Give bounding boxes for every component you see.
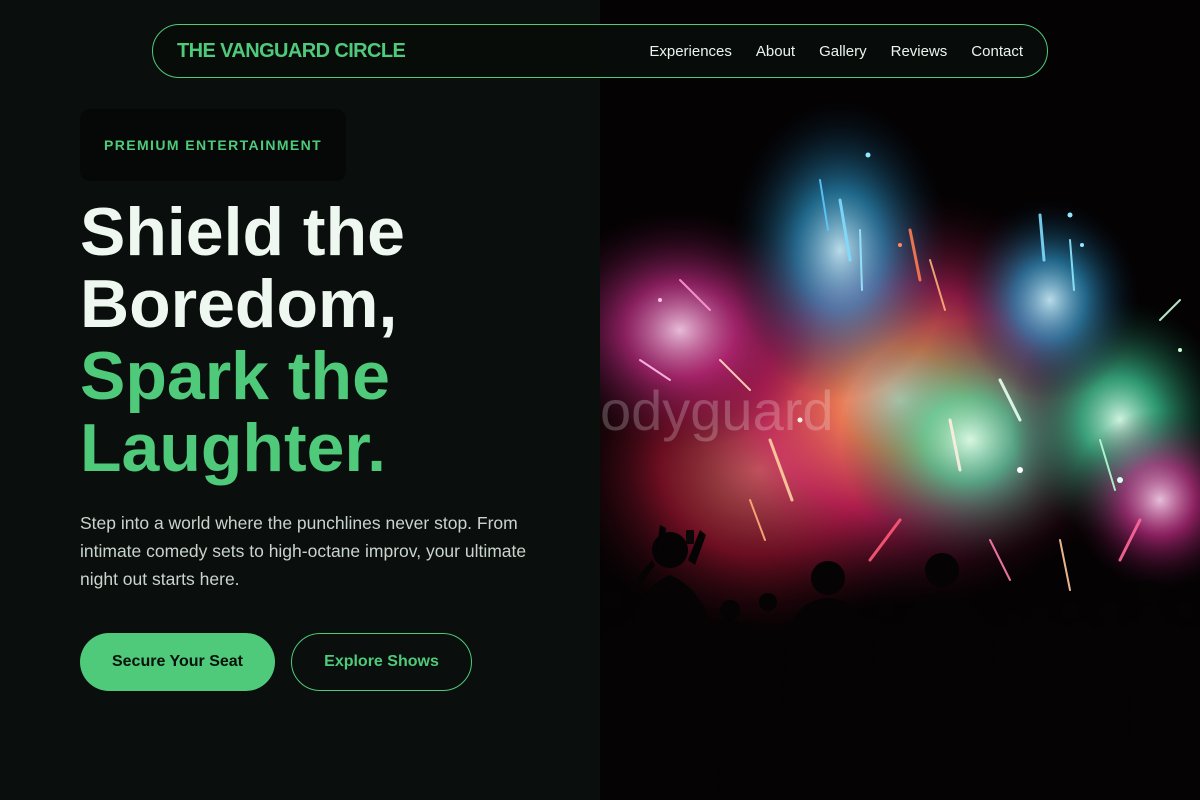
explore-shows-button[interactable]: Explore Shows bbox=[291, 633, 472, 691]
hero-headline: Shield the Boredom, Spark the Laughter. bbox=[80, 196, 580, 484]
secure-seat-button[interactable]: Secure Your Seat bbox=[80, 633, 275, 691]
nav-link-reviews[interactable]: Reviews bbox=[891, 43, 948, 60]
hero-image: odyguard bbox=[600, 0, 1200, 800]
headline-line-2: Boredom, bbox=[80, 266, 398, 342]
headline-line-3: Spark the bbox=[80, 338, 390, 414]
headline-line-1: Shield the bbox=[80, 194, 405, 270]
watermark-text: odyguard bbox=[600, 379, 834, 442]
nav-links: Experiences About Gallery Reviews Contac… bbox=[649, 43, 1023, 60]
nav-link-experiences[interactable]: Experiences bbox=[649, 43, 732, 60]
headline-line-4: Laughter. bbox=[80, 410, 387, 486]
main-nav: THE VANGUARD CIRCLE Experiences About Ga… bbox=[152, 24, 1048, 78]
category-badge: PREMIUM ENTERTAINMENT bbox=[80, 109, 346, 181]
hero-description: Step into a world where the punchlines n… bbox=[80, 513, 527, 589]
brand-logo[interactable]: THE VANGUARD CIRCLE bbox=[177, 40, 406, 63]
landing-page: odyguard THE VANGUARD CIRCLE Experiences… bbox=[0, 0, 1200, 800]
nav-link-contact[interactable]: Contact bbox=[971, 43, 1023, 60]
nav-link-about[interactable]: About bbox=[756, 43, 795, 60]
nav-link-gallery[interactable]: Gallery bbox=[819, 43, 867, 60]
fireworks-image: odyguard bbox=[600, 0, 1200, 800]
